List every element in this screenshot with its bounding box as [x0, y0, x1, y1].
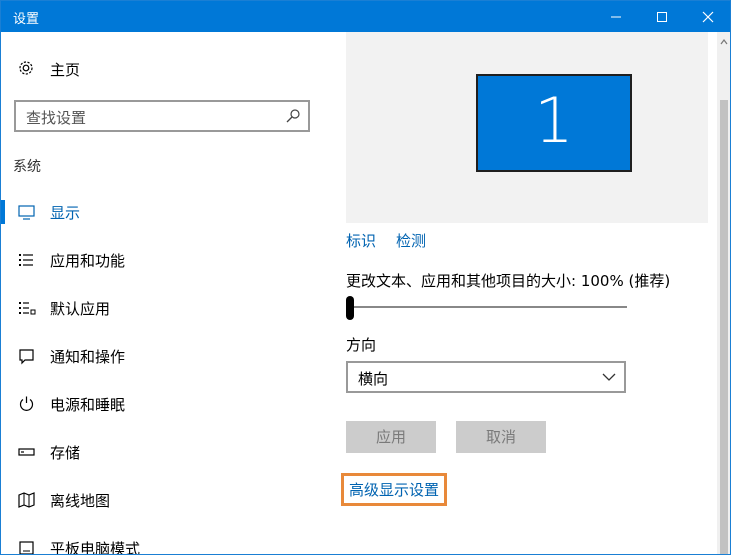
tablet-icon — [19, 541, 34, 554]
chevron-down-icon — [602, 373, 616, 381]
sidebar: 主页 查找设置 系统 显示 应用和功能 默认应用 通知和操作 电源和睡眠 存储 … — [1, 32, 331, 555]
scale-slider[interactable] — [346, 294, 627, 320]
sidebar-item-display[interactable]: 显示 — [1, 192, 331, 232]
home-nav-item[interactable]: 主页 — [1, 54, 331, 84]
cancel-button[interactable]: 取消 — [456, 421, 546, 453]
scale-label: 更改文本、应用和其他项目的大小: 100% (推荐) — [346, 272, 671, 290]
storage-icon — [18, 448, 35, 456]
sidebar-item-notifications[interactable]: 通知和操作 — [1, 336, 331, 376]
home-label: 主页 — [50, 61, 81, 79]
sidebar-item-offline-maps[interactable]: 离线地图 — [1, 480, 331, 520]
monitor-tile[interactable]: 1 — [476, 74, 632, 172]
maximize-button[interactable] — [639, 1, 685, 32]
display-preview: 1 — [346, 32, 708, 223]
close-icon — [702, 11, 714, 22]
sidebar-item-label: 电源和睡眠 — [50, 396, 126, 414]
detect-link[interactable]: 检测 — [396, 230, 426, 251]
map-icon — [18, 492, 35, 508]
default-apps-icon — [19, 302, 36, 315]
notification-icon — [19, 349, 34, 365]
minimize-icon — [611, 16, 621, 17]
sidebar-item-label: 默认应用 — [50, 300, 111, 318]
gear-icon — [19, 61, 33, 75]
settings-window: 设置 主页 查找设置 系统 显示 应用和功能 默认应用 通知和操作 电源和睡眠 … — [0, 0, 731, 555]
window-title: 设置 — [13, 12, 40, 27]
display-settings-pane: 1 标识 检测 更改文本、应用和其他项目的大小: 100% (推荐) 方向 横向… — [331, 32, 730, 554]
sidebar-item-label: 离线地图 — [50, 492, 111, 510]
orientation-label: 方向 — [346, 336, 377, 354]
monitor-icon — [18, 205, 35, 220]
scrollbar-thumb[interactable] — [720, 100, 728, 554]
sidebar-item-power[interactable]: 电源和睡眠 — [1, 384, 331, 424]
sidebar-item-label: 显示 — [50, 204, 81, 222]
search-icon — [286, 109, 300, 123]
sidebar-item-label: 存储 — [50, 444, 81, 462]
list-icon — [19, 254, 33, 266]
sidebar-item-label: 平板电脑模式 — [50, 540, 141, 555]
minimize-button[interactable] — [593, 1, 639, 32]
sidebar-item-label: 应用和功能 — [50, 252, 126, 270]
sidebar-item-apps[interactable]: 应用和功能 — [1, 240, 331, 280]
sidebar-item-label: 通知和操作 — [50, 348, 126, 366]
advanced-display-settings-link[interactable]: 高级显示设置 — [341, 473, 448, 506]
orientation-value: 横向 — [358, 370, 389, 388]
identify-link[interactable]: 标识 — [346, 230, 376, 251]
sidebar-item-tablet-mode[interactable]: 平板电脑模式 — [1, 528, 331, 555]
orientation-select[interactable]: 横向 — [346, 361, 626, 393]
scrollbar[interactable] — [717, 32, 730, 554]
slider-track — [346, 306, 627, 308]
sidebar-item-storage[interactable]: 存储 — [1, 432, 331, 472]
active-indicator — [1, 200, 5, 224]
close-button[interactable] — [685, 1, 730, 32]
title-bar: 设置 — [1, 1, 730, 32]
maximize-icon — [657, 11, 667, 22]
apply-button[interactable]: 应用 — [346, 421, 436, 453]
search-placeholder: 查找设置 — [26, 109, 87, 127]
slider-thumb[interactable] — [346, 296, 354, 320]
search-input[interactable]: 查找设置 — [14, 100, 310, 132]
monitor-number: 1 — [534, 84, 574, 157]
scroll-up-icon[interactable] — [720, 38, 728, 46]
sidebar-item-default-apps[interactable]: 默认应用 — [1, 288, 331, 328]
power-icon — [19, 396, 34, 411]
section-heading: 系统 — [13, 159, 41, 175]
